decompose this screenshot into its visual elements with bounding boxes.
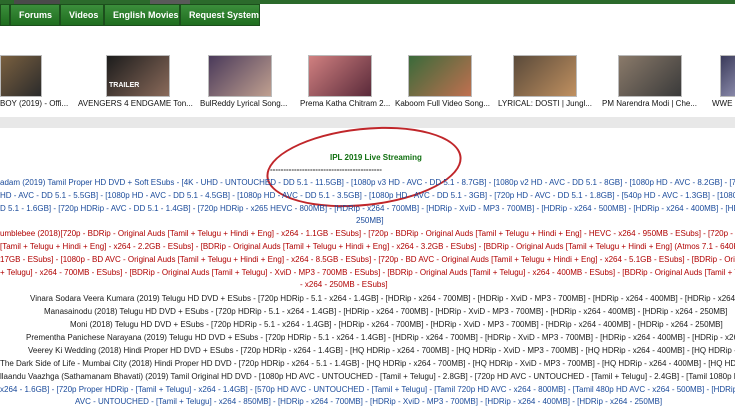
video-caption[interactable]: PM Narendra Modi | Che...: [602, 99, 697, 108]
video-caption[interactable]: BOY (2019) - Offi...: [0, 99, 68, 108]
release-row[interactable]: [Tamil + Telugu + Hindi + Eng] - x264 - …: [0, 242, 735, 251]
tab-request-system[interactable]: Request System: [180, 4, 260, 26]
release-row[interactable]: adam (2019) Tamil Proper HD DVD + Soft E…: [0, 178, 735, 187]
video-item[interactable]: PM Narendra Modi | Che...: [602, 47, 720, 117]
video-caption[interactable]: LYRICAL: DOSTI | Jungl...: [498, 99, 592, 108]
video-strip: BOY (2019) - Offi... TRAILER AVENGERS 4 …: [0, 47, 735, 117]
release-row[interactable]: + Telugu] - x264 - 700MB - ESubs] - [BDR…: [0, 268, 735, 277]
video-thumbnail[interactable]: [408, 55, 472, 97]
release-row[interactable]: D 5.1 - 1.6GB] - [720p HDRip - AVC - DD …: [0, 204, 735, 213]
video-item[interactable]: TRAILER AVENGERS 4 ENDGAME Ton...: [78, 47, 208, 117]
video-item[interactable]: BulReddy Lyrical Song...: [200, 47, 310, 117]
release-row[interactable]: AVC - UNTOUCHED - [Tamil + Telugu] - x26…: [75, 397, 735, 406]
nav-tab-left-edge: [0, 4, 10, 26]
release-row[interactable]: 17GB - ESubs] - [1080p - BD AVC - Origin…: [0, 255, 735, 264]
video-item[interactable]: Prema Katha Chitram 2...: [300, 47, 410, 117]
tab-forums[interactable]: Forums: [10, 4, 60, 26]
release-row[interactable]: umblebee (2018)[720p - BDRip - Original …: [0, 229, 735, 238]
video-thumbnail[interactable]: [720, 55, 735, 97]
tab-videos[interactable]: Videos: [60, 4, 104, 26]
video-thumbnail-text: TRAILER: [109, 82, 140, 89]
video-thumbnail[interactable]: [513, 55, 577, 97]
video-caption[interactable]: WWE Sm: [712, 99, 735, 108]
release-row[interactable]: Vinara Sodara Veera Kumara (2019) Telugu…: [30, 294, 735, 303]
release-row[interactable]: Veerey Ki Wedding (2018) Hindi Proper HD…: [28, 346, 735, 355]
video-caption[interactable]: BulReddy Lyrical Song...: [200, 99, 287, 108]
nav-bar: Forums Videos English Movies Request Sys…: [0, 4, 735, 26]
highlight-circle: [262, 117, 466, 217]
release-row[interactable]: - x264 - 250MB - ESubs]: [300, 280, 735, 289]
video-item[interactable]: Kaboom Full Video Song...: [395, 47, 510, 117]
video-thumbnail[interactable]: [308, 55, 372, 97]
video-thumbnail[interactable]: [0, 55, 42, 97]
tab-english-movies[interactable]: English Movies: [104, 4, 180, 26]
video-thumbnail[interactable]: [618, 55, 682, 97]
release-list: IPL 2019 Live Streaming ----------------…: [0, 117, 735, 406]
release-row[interactable]: 250MB]: [356, 216, 735, 225]
video-item[interactable]: WWE Sm: [712, 47, 735, 117]
release-row[interactable]: llaandu Vaazhga (Sathamanam Bhavati) (20…: [0, 372, 735, 381]
video-caption[interactable]: AVENGERS 4 ENDGAME Ton...: [78, 99, 193, 108]
release-row[interactable]: Moni (2018) Telugu HD DVD + ESubs - [720…: [70, 320, 735, 329]
video-thumbnail[interactable]: TRAILER: [106, 55, 170, 97]
video-thumbnail[interactable]: [208, 55, 272, 97]
release-row[interactable]: HD - AVC - DD 5.1 - 5.5GB] - [1080p HD -…: [0, 191, 735, 200]
video-caption[interactable]: Prema Katha Chitram 2...: [300, 99, 390, 108]
release-row[interactable]: Prementha Panichese Narayana (2019) Telu…: [26, 333, 735, 342]
release-row[interactable]: x264 - 1.6GB] - [720p Proper HDRip - [Ta…: [0, 385, 735, 394]
video-item[interactable]: LYRICAL: DOSTI | Jungl...: [498, 47, 615, 117]
section-separator: [0, 117, 735, 128]
video-caption[interactable]: Kaboom Full Video Song...: [395, 99, 490, 108]
release-row[interactable]: The Dark Side of Life - Mumbai City (201…: [0, 359, 735, 368]
release-row[interactable]: Manasainodu (2018) Telugu HD DVD + ESubs…: [44, 307, 735, 316]
